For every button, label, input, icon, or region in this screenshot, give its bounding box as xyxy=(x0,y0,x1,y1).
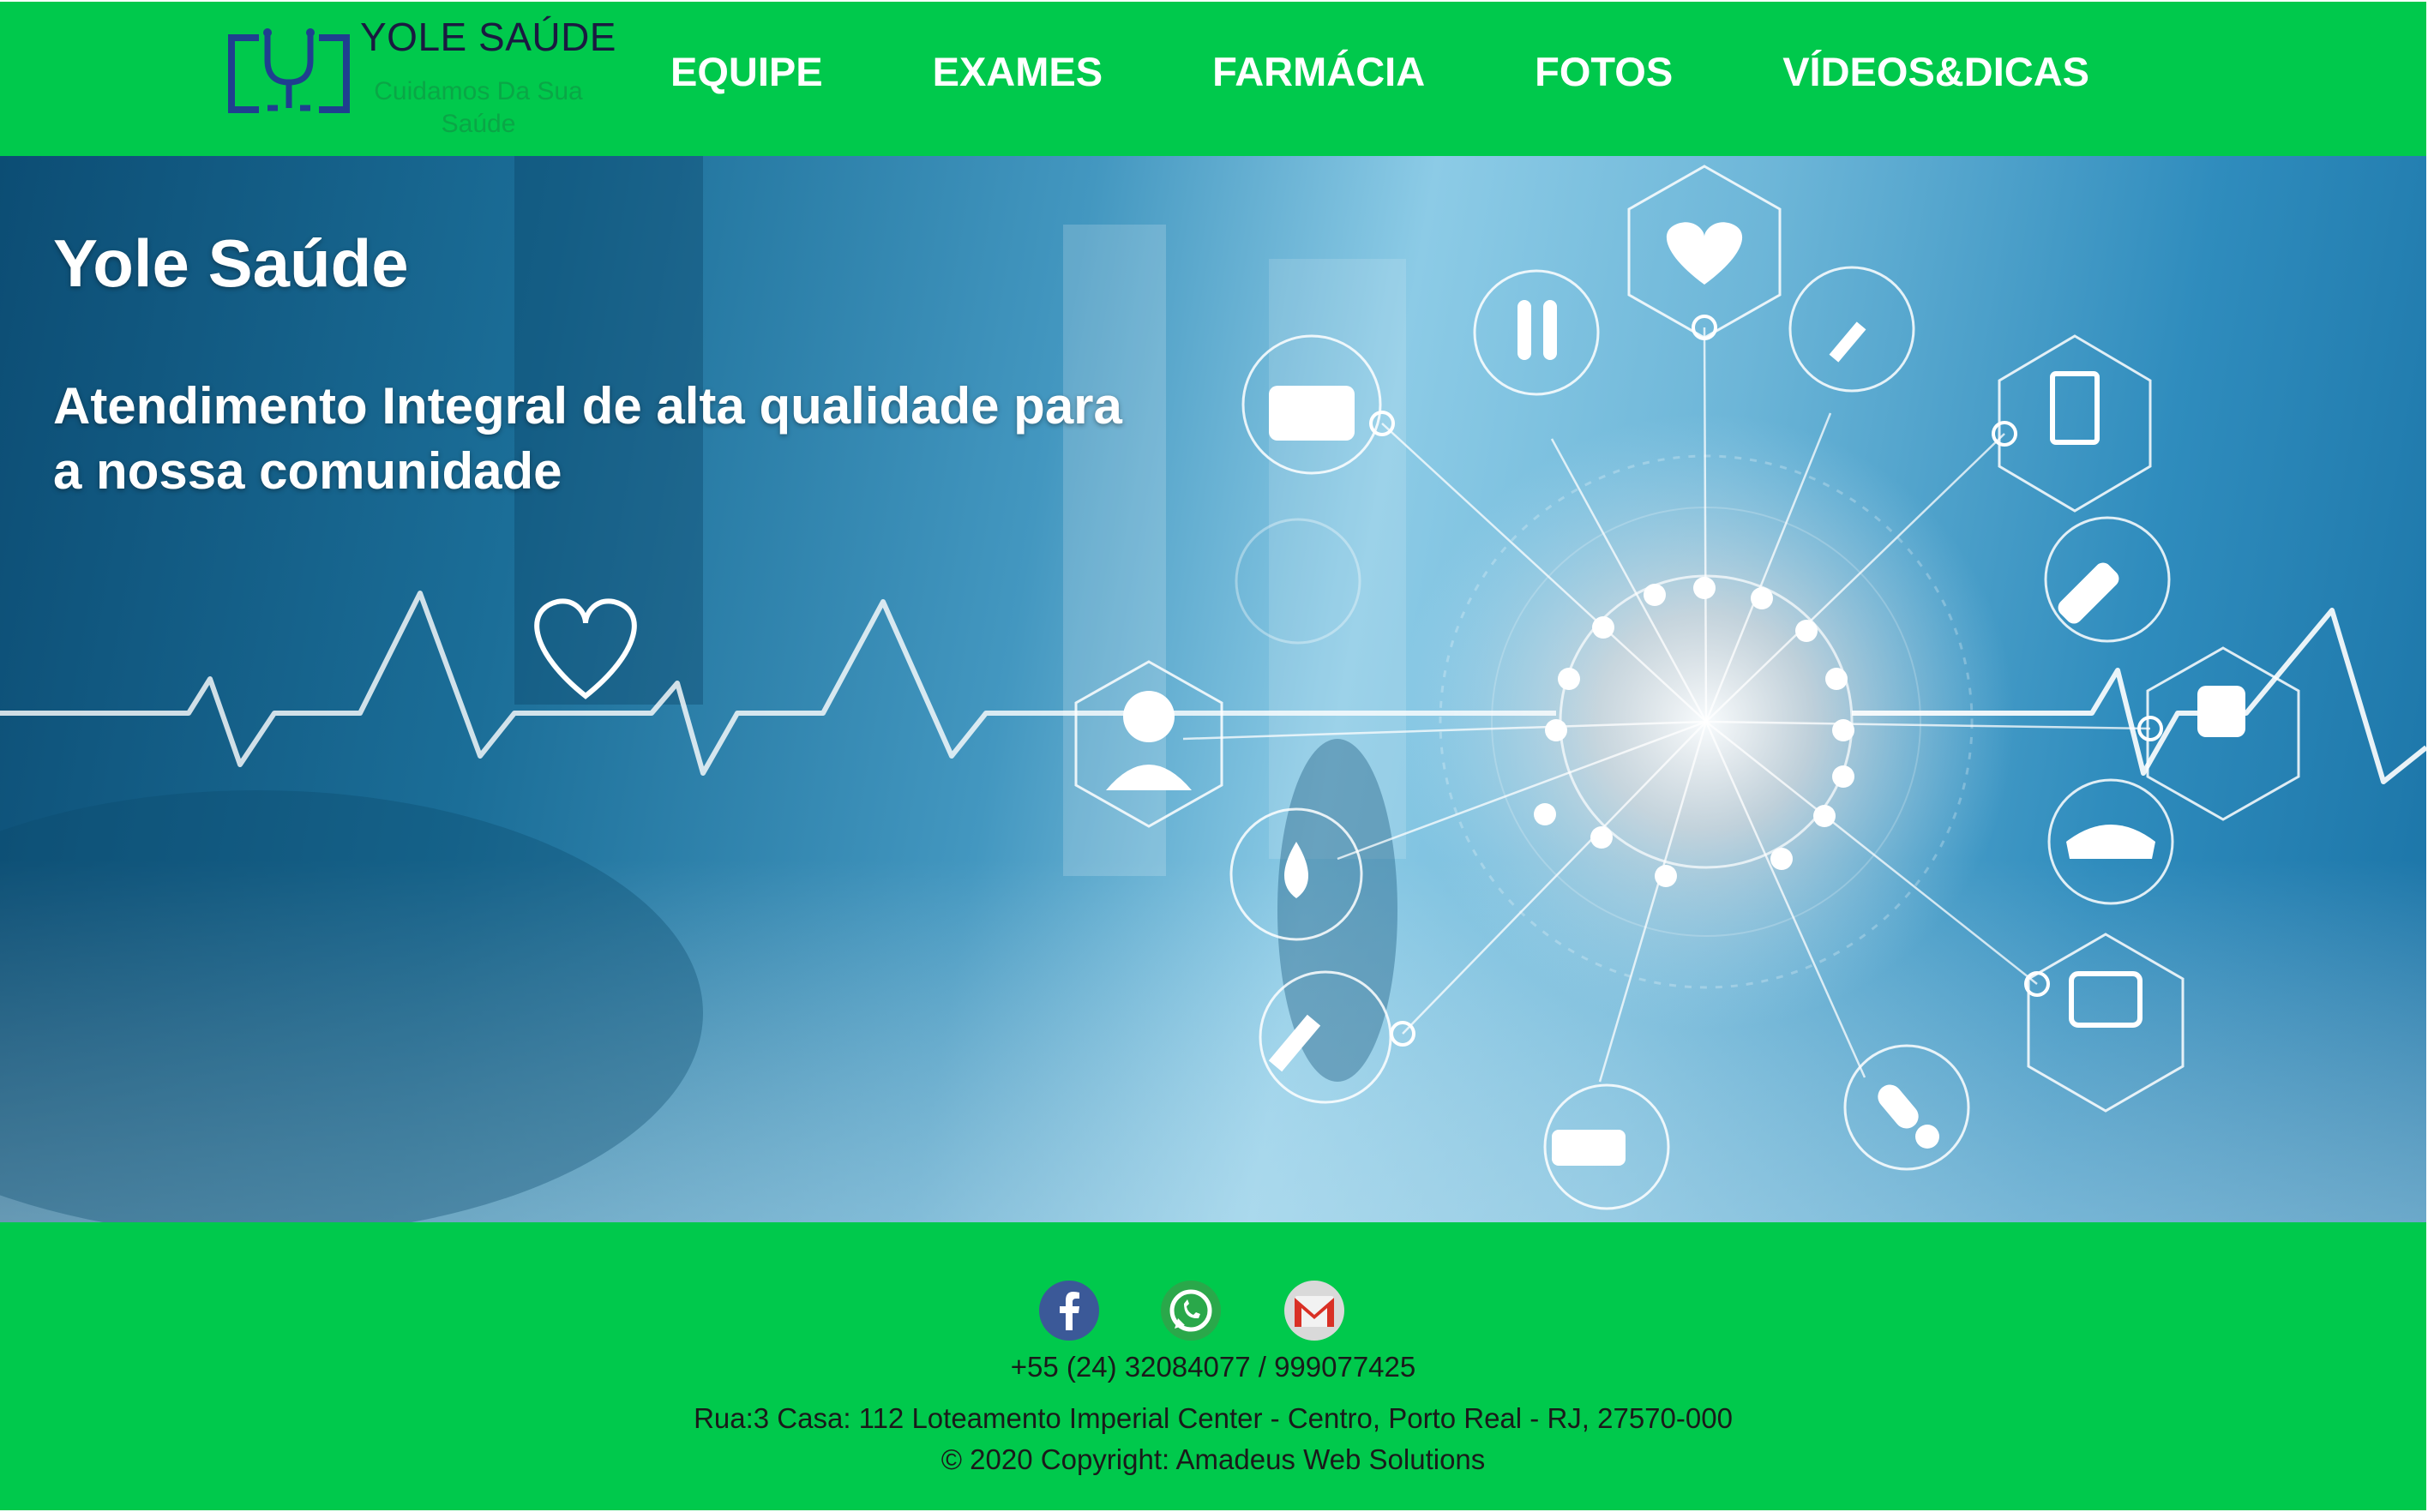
copyright-text: © 2020 Copyright: Amadeus Web Solutions xyxy=(941,1443,1486,1475)
site-footer: +55 (24) 32084077 / 999077425 Rua:3 Casa… xyxy=(0,1222,2426,1510)
brand-title[interactable]: YOLE SAÚDE xyxy=(360,14,626,60)
hero-title: Yole Saúde xyxy=(53,225,409,301)
brand: YOLE SAÚDE Cuidamos Da Sua Saúde xyxy=(360,14,626,141)
nav-item-exames[interactable]: EXAMES xyxy=(933,46,1103,98)
contact-address: Rua:3 Casa: 112 Loteamento Imperial Cent… xyxy=(694,1402,1733,1434)
contact-phone: +55 (24) 32084077 / 999077425 xyxy=(1010,1351,1416,1383)
nav-item-farmacia[interactable]: FARMÁCIA xyxy=(1212,46,1425,98)
nav-item-equipe[interactable]: EQUIPE xyxy=(670,46,823,98)
facebook-icon[interactable] xyxy=(1039,1281,1099,1341)
nav-item-fotos[interactable]: FOTOS xyxy=(1535,46,1673,98)
page: YOLE SAÚDE Cuidamos Da Sua Saúde EQUIPE … xyxy=(0,0,2428,1512)
nav-item-videos-dicas[interactable]: VÍDEOS&DICAS xyxy=(1782,46,2089,98)
site-header: YOLE SAÚDE Cuidamos Da Sua Saúde EQUIPE … xyxy=(0,2,2426,156)
brand-tagline: Cuidamos Da Sua Saúde xyxy=(374,77,583,138)
hero-banner: Yole Saúde Atendimento Integral de alta … xyxy=(0,156,2426,1222)
whatsapp-icon[interactable] xyxy=(1161,1281,1221,1341)
hero-background-illustration xyxy=(0,156,2426,1222)
hero-subtitle: Atendimento Integral de alta qualidade p… xyxy=(53,377,1122,500)
gmail-icon[interactable] xyxy=(1284,1281,1344,1341)
main-nav: EQUIPE EXAMES FARMÁCIA FOTOS VÍDEOS&DICA… xyxy=(670,46,2089,98)
logo-icon[interactable] xyxy=(225,26,353,122)
